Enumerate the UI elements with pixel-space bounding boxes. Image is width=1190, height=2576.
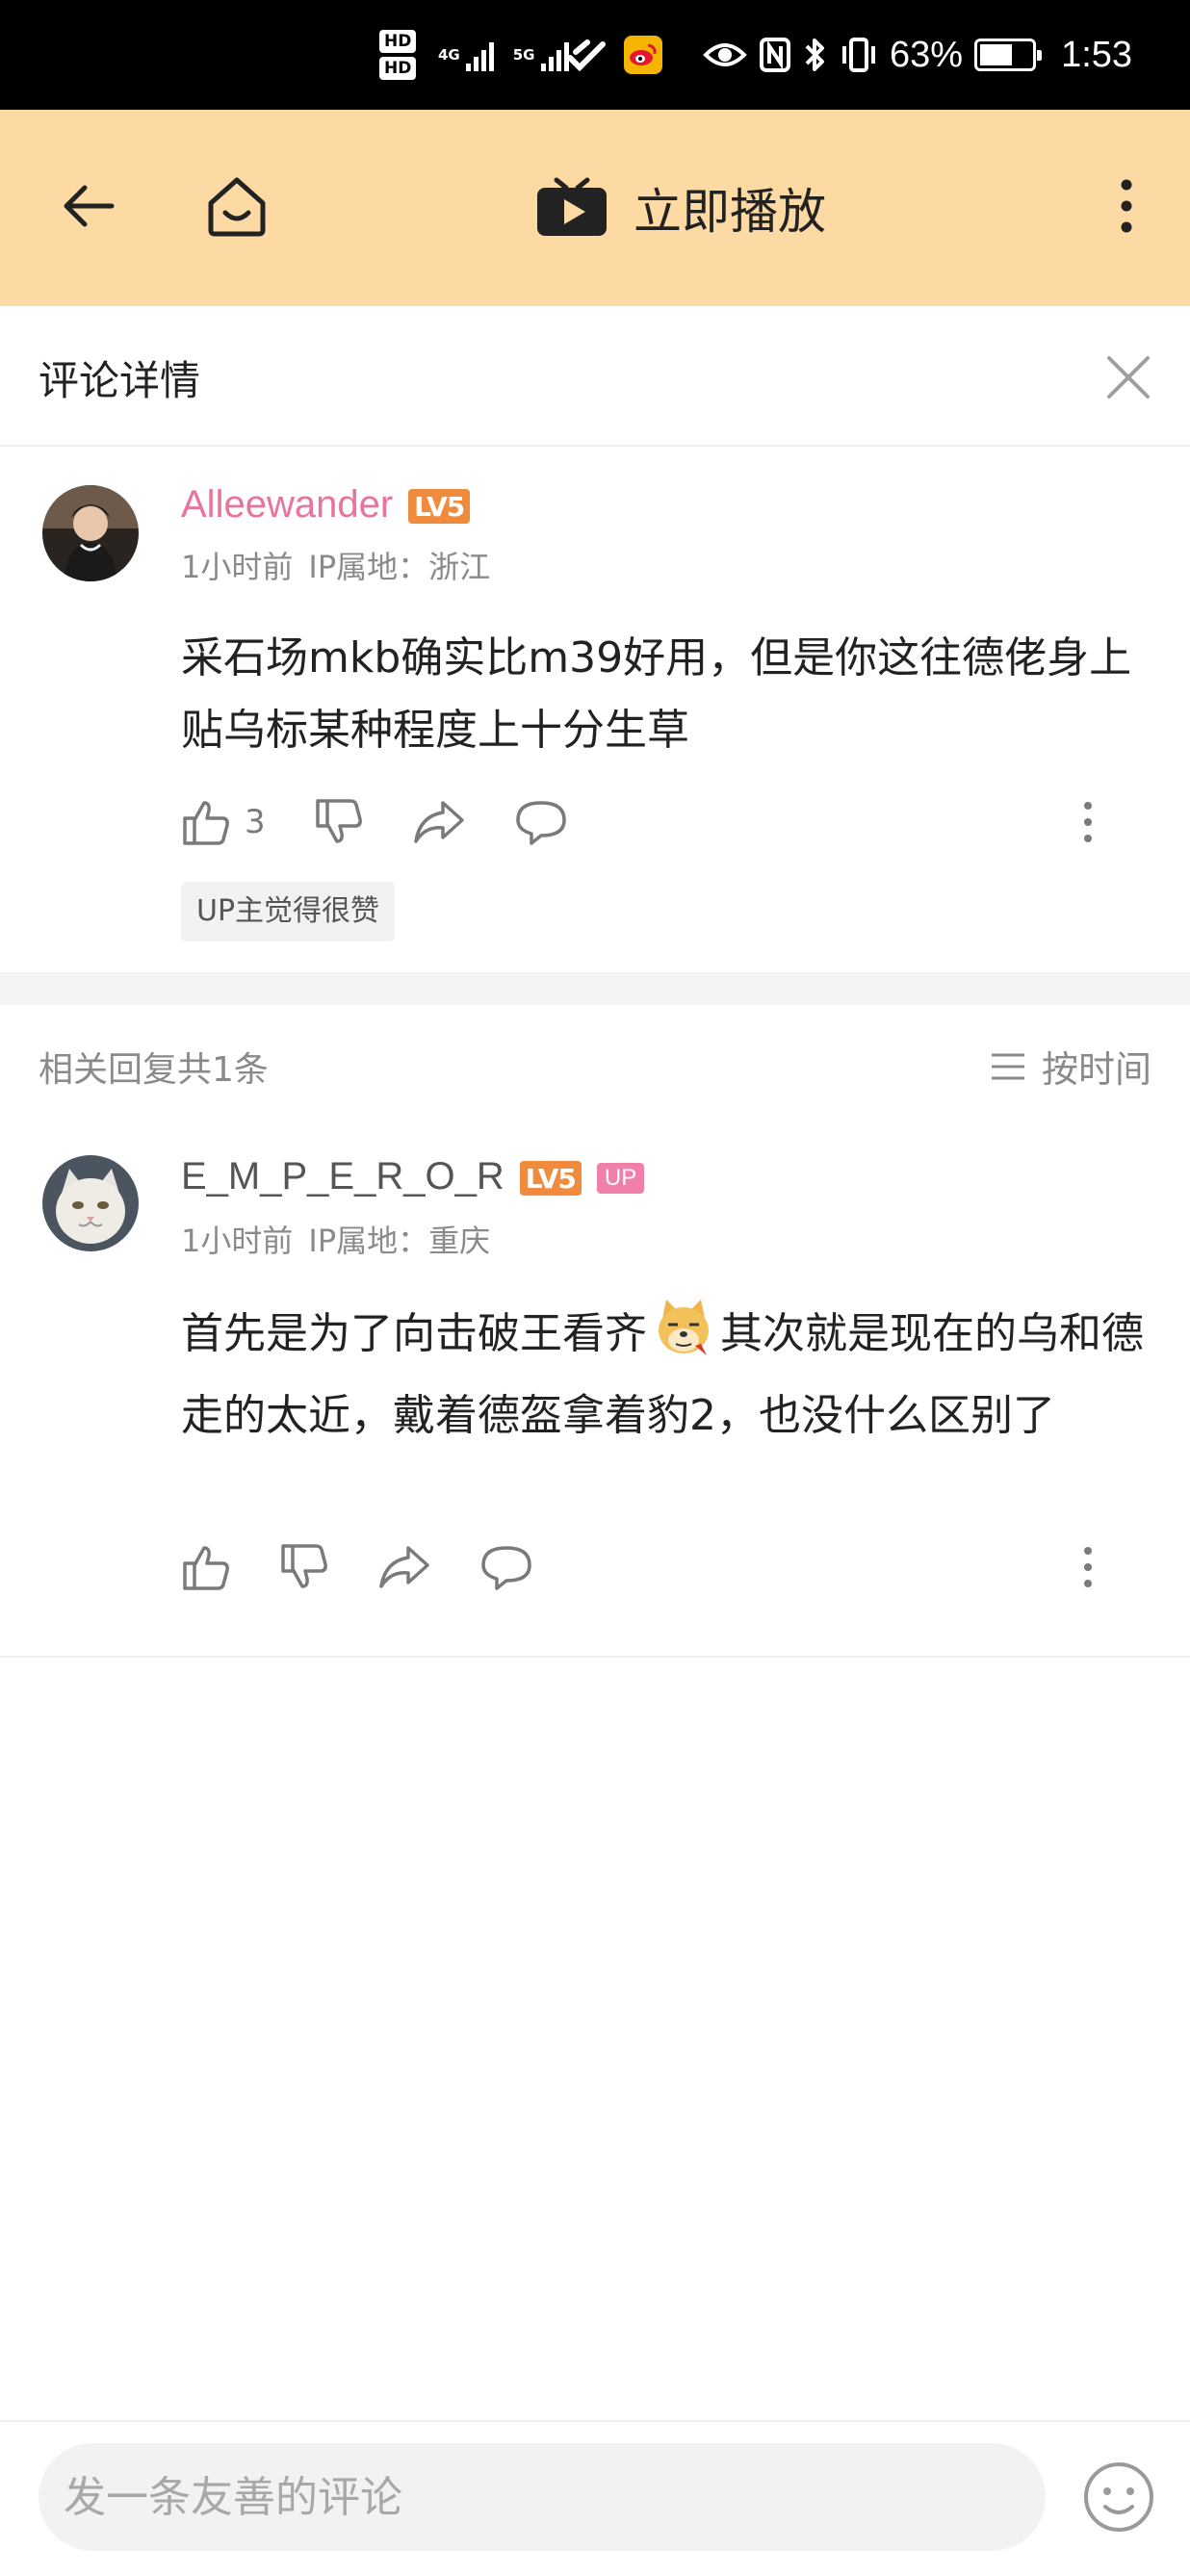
level-badge: LV5 (519, 1161, 582, 1197)
link-icon (567, 39, 606, 71)
network-signals: 4G 5G (438, 0, 569, 110)
ip-location: IP属地：浙江 (308, 549, 491, 585)
network-5g-label: 5G (512, 45, 535, 64)
sort-label: 按时间 (1041, 1048, 1151, 1091)
clock: 1:53 (1061, 34, 1133, 75)
reply-comment: E_M_P_E_R_O_R LV5 UP 1小时前 IP属地：重庆 首先是为了向击破王… (0, 1121, 1190, 1656)
comment-author: Alleewander LV5 (181, 483, 471, 527)
signal-bars-icon (465, 39, 494, 71)
play-now-button[interactable]: 立即播放 (535, 160, 826, 256)
more-vertical-icon (1084, 1547, 1092, 1587)
comment-input[interactable] (39, 2443, 1046, 2551)
thumbs-down-icon (281, 1544, 327, 1588)
main-comment: Alleewander LV5 1小时前 IP属地：浙江 采石场mkb确实比m39好… (0, 447, 1190, 972)
arrow-left-icon (64, 185, 115, 227)
comment-detail-header: 评论详情 (0, 306, 1190, 447)
battery-icon (974, 39, 1043, 71)
bluetooth-icon (805, 39, 824, 71)
comment-meta: 1小时前 IP属地：浙江 (181, 543, 490, 587)
close-button[interactable] (1099, 348, 1157, 406)
comment-time: 1小时前 (181, 1223, 294, 1259)
more-vertical-icon (1121, 179, 1132, 233)
thumbs-down-icon (315, 799, 362, 843)
comment-text: 首先是为了向击破王看齐 其次就是现在的乌和德走的太近，戴着德盔拿着豹2，也没什么… (181, 1298, 1153, 1452)
dislike-button[interactable] (279, 1542, 329, 1592)
comment-more-button[interactable] (1059, 791, 1117, 853)
list-sort-icon (991, 1053, 1024, 1079)
close-icon (1107, 356, 1150, 399)
comment-bubble-icon (515, 801, 566, 845)
play-now-label: 立即播放 (634, 184, 826, 240)
page-title: 评论详情 (39, 357, 201, 404)
avatar[interactable] (42, 485, 139, 581)
like-count: 3 (245, 803, 266, 841)
hd2-badge: HD (379, 57, 417, 80)
battery-percent: 63% (890, 34, 964, 75)
user-avatar-image (42, 485, 139, 581)
up-liked-tag: UP主觉得很赞 (181, 882, 396, 941)
comment-more-button[interactable] (1059, 1536, 1117, 1598)
thumbs-up-icon (183, 1546, 229, 1590)
comment-meta: 1小时前 IP属地：重庆 (181, 1217, 490, 1261)
comment-text: 采石场mkb确实比m39好用，但是你这往德佬身上贴乌标某种程度上十分生草 (181, 633, 1132, 755)
like-button[interactable] (181, 1542, 231, 1592)
divider (0, 1656, 1190, 1658)
thumbs-up-icon (183, 801, 229, 845)
comment-actions (181, 1536, 582, 1598)
notification-icons (566, 0, 662, 110)
comment-text-part1: 首先是为了向击破王看齐 (181, 1309, 647, 1358)
dislike-button[interactable] (314, 797, 364, 847)
eye-icon (703, 43, 747, 66)
hd1-badge: HD (379, 30, 417, 53)
cat-avatar-image (42, 1155, 139, 1251)
comment-actions: 3 (181, 791, 616, 853)
sort-by-time-button[interactable]: 按时间 (990, 1040, 1151, 1093)
system-status: 63% 1:53 (703, 0, 1132, 110)
hd-indicators: HD HD (379, 0, 417, 110)
home-icon (208, 177, 266, 237)
share-button[interactable] (377, 1544, 431, 1590)
level-badge: LV5 (408, 489, 471, 525)
comment-author: E_M_P_E_R_O_R LV5 UP (181, 1155, 645, 1198)
more-vertical-icon (1084, 802, 1092, 842)
share-icon (413, 801, 464, 843)
like-button[interactable]: 3 (181, 797, 266, 847)
doge-emoji-icon (653, 1298, 714, 1379)
vibrate-icon (842, 38, 875, 72)
comment-compose-bar (0, 2420, 1190, 2576)
replies-header: 相关回复共1条 按时间 (0, 1005, 1190, 1121)
home-button[interactable] (189, 158, 285, 254)
tv-play-icon (537, 177, 607, 236)
comment-bubble-icon (481, 1546, 531, 1590)
share-icon (379, 1546, 429, 1588)
username[interactable]: Alleewander (181, 483, 393, 526)
back-button[interactable] (40, 158, 137, 254)
section-divider (0, 972, 1190, 1005)
status-bar: HD HD 4G 5G 63% 1:53 (0, 0, 1190, 110)
reply-button[interactable] (514, 799, 568, 845)
up-badge: UP (596, 1163, 645, 1195)
signal-bars-icon (540, 39, 569, 71)
reply-count: 相关回复共1条 (39, 1050, 269, 1090)
username[interactable]: E_M_P_E_R_O_R (181, 1155, 504, 1198)
reply-button[interactable] (479, 1544, 533, 1590)
emoji-smile-icon (1084, 2462, 1153, 2532)
more-options-button[interactable] (1078, 158, 1175, 254)
nfc-icon (760, 38, 790, 72)
comment-time: 1小时前 (181, 549, 294, 585)
emoji-button[interactable] (1082, 2460, 1155, 2534)
weibo-icon (624, 36, 662, 74)
network-4g-label: 4G (438, 45, 460, 64)
share-button[interactable] (412, 799, 466, 845)
ip-location: IP属地：重庆 (308, 1223, 491, 1259)
top-app-bar: 立即播放 (0, 110, 1190, 306)
battery-fill (980, 44, 1012, 65)
avatar[interactable] (42, 1155, 139, 1251)
